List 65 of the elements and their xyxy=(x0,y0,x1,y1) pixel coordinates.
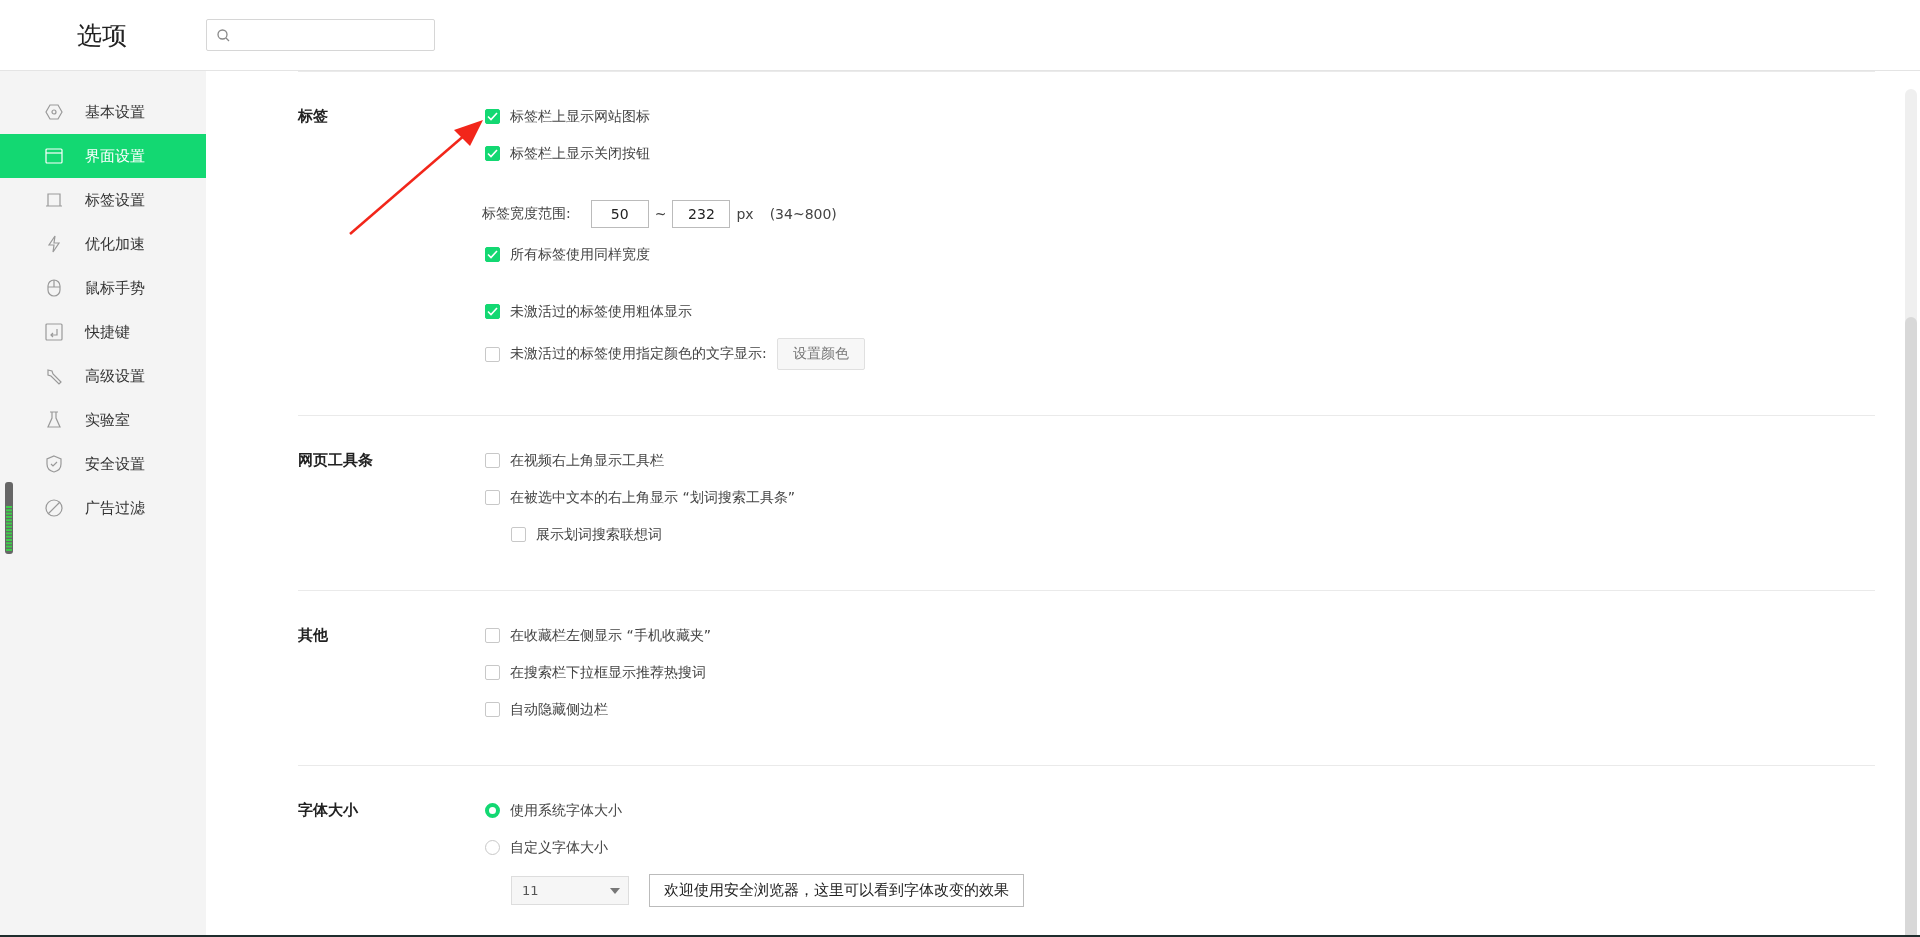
scrollbar[interactable] xyxy=(1905,89,1917,935)
radio-label: 使用系统字体大小 xyxy=(510,801,622,820)
mouse-icon xyxy=(45,279,63,297)
level-gauge-drawing xyxy=(4,482,14,554)
checkbox[interactable] xyxy=(485,146,500,161)
font-preview: 欢迎使用安全浏览器，这里可以看到字体改变的效果 xyxy=(649,874,1024,907)
lightning-icon xyxy=(45,235,63,253)
checkbox-label: 所有标签使用同样宽度 xyxy=(510,245,650,264)
tab-icon xyxy=(45,191,63,209)
width-range-label: 标签宽度范围: xyxy=(482,205,571,223)
set-color-button[interactable]: 设置颜色 xyxy=(776,338,865,370)
checkbox[interactable] xyxy=(485,665,500,680)
sidebar-item[interactable]: 安全设置 xyxy=(0,442,206,486)
section-title: 其他 xyxy=(298,625,328,645)
checkbox-label: 未激活过的标签使用粗体显示 xyxy=(510,302,692,321)
checkbox[interactable] xyxy=(511,527,526,542)
sidebar-item[interactable]: 实验室 xyxy=(0,398,206,442)
radio-button[interactable] xyxy=(485,803,500,818)
checkbox-label: 未激活过的标签使用指定颜色的文字显示: xyxy=(510,345,767,363)
wrench-icon xyxy=(45,367,63,385)
checkbox[interactable] xyxy=(485,346,500,362)
search-icon xyxy=(217,28,230,42)
min-width-field[interactable]: 50 xyxy=(590,200,649,228)
max-width-field[interactable]: 232 xyxy=(672,200,731,228)
checkbox-label: 展示划词搜索联想词 xyxy=(536,525,662,544)
section-title: 字体大小 xyxy=(298,800,358,820)
radio-label: 自定义字体大小 xyxy=(510,838,608,857)
sidebar-item[interactable]: 鼠标手势 xyxy=(0,266,206,310)
sidebar-item[interactable]: 标签设置 xyxy=(0,178,206,222)
dropdown-caret-icon xyxy=(610,887,620,894)
hexagon-icon xyxy=(45,103,63,121)
scrollbar-thumb[interactable] xyxy=(1905,317,1917,935)
section-title: 网页工具条 xyxy=(298,450,373,470)
search-field[interactable] xyxy=(206,19,435,51)
checkbox-label: 在视频右上角显示工具栏 xyxy=(510,451,664,470)
checkbox[interactable] xyxy=(485,304,500,319)
sidebar-item[interactable]: 快捷键 xyxy=(0,310,206,354)
checkbox[interactable] xyxy=(485,247,500,262)
range-hint: (34~800) xyxy=(769,206,837,222)
checkbox-label: 标签栏上显示关闭按钮 xyxy=(510,144,650,163)
shield-icon xyxy=(45,455,63,473)
window-title: 选项 xyxy=(76,19,128,52)
sidebar-item[interactable]: 广告过滤 xyxy=(0,486,206,530)
sidebar-item[interactable]: 高级设置 xyxy=(0,354,206,398)
checkbox-label: 在被选中文本的右上角显示 “划词搜索工具条” xyxy=(510,488,795,507)
keyboard-key-icon xyxy=(45,323,63,341)
checkbox-label: 标签栏上显示网站图标 xyxy=(510,107,650,126)
section-title: 标签 xyxy=(298,106,328,126)
checkbox[interactable] xyxy=(485,628,500,643)
checkbox[interactable] xyxy=(485,109,500,124)
window-icon xyxy=(45,147,63,165)
radio-button[interactable] xyxy=(485,840,500,855)
sidebar-item[interactable]: 基本设置 xyxy=(0,90,206,134)
range-separator: ~ xyxy=(654,206,667,222)
checkbox-label: 在搜索栏下拉框显示推荐热搜词 xyxy=(510,663,706,682)
checkbox[interactable] xyxy=(485,702,500,717)
sidebar-item[interactable]: 优化加速 xyxy=(0,222,206,266)
block-icon xyxy=(45,499,63,517)
checkbox[interactable] xyxy=(485,453,500,468)
checkbox-label: 自动隐藏侧边栏 xyxy=(510,700,608,719)
flask-icon xyxy=(45,411,63,429)
checkbox[interactable] xyxy=(485,490,500,505)
font-size-select[interactable]: 11 xyxy=(511,876,629,905)
checkbox-label: 在收藏栏左侧显示 “手机收藏夹” xyxy=(510,626,711,645)
unit-label: px xyxy=(736,206,754,222)
